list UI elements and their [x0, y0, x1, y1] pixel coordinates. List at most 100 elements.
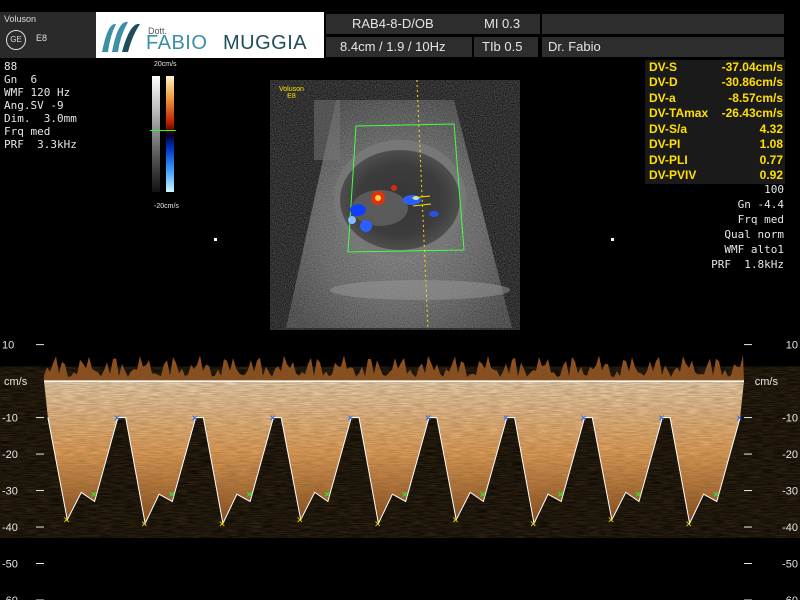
- measurement-value: 1.08: [759, 137, 783, 151]
- measurement-row: DV-PVIV 0.92: [649, 168, 783, 183]
- doppler-tick-label: -30: [782, 486, 798, 498]
- positive-noise: [44, 355, 744, 382]
- d-wave-marker: ×: [91, 489, 97, 501]
- doppler-tick-label: 10: [2, 340, 14, 352]
- s-peak-marker: ×: [452, 515, 458, 527]
- a-wave-marker: ×: [192, 413, 198, 425]
- measurement-label: DV-TAmax: [649, 106, 709, 120]
- voluson-brand-box: Voluson GE E8: [0, 12, 96, 58]
- measurement-label: DV-PI: [649, 137, 681, 151]
- measurement-label: DV-S: [649, 60, 678, 74]
- a-wave-marker: ×: [425, 413, 431, 425]
- measurement-value: -30.86cm/s: [721, 75, 783, 89]
- doppler-tick-label: -40: [2, 522, 18, 534]
- d-wave-marker: ×: [713, 489, 719, 501]
- color-scale-top: 20cm/s: [154, 61, 177, 68]
- param-line: WMF alto1: [724, 243, 784, 256]
- a-wave-marker: ×: [658, 413, 664, 425]
- logo-last-name: MUGGIA: [223, 32, 308, 54]
- color-scale-bottom: -20cm/s: [154, 203, 179, 210]
- measurement-label: DV-a: [649, 91, 676, 105]
- d-wave-marker: ×: [168, 489, 174, 501]
- measurement-label: DV-PVIV: [649, 168, 697, 182]
- measurement-row: DV-S/a 4.32: [649, 122, 783, 137]
- image-label-model: E8: [287, 93, 296, 100]
- color-velocity-bar: [166, 76, 174, 192]
- scan-settings-label: 8.4cm / 1.9 / 10Hz: [326, 37, 472, 57]
- color-parameters: 88 Gn 6 WMF 120 Hz Ang.SV -9 Dim. 3.0mm …: [4, 60, 77, 151]
- doppler-tick-label: -30: [2, 486, 18, 498]
- wave-logo-icon: [102, 21, 140, 52]
- ge-logo-icon: GE: [6, 30, 26, 50]
- d-wave-marker: ×: [246, 489, 252, 501]
- measurement-row: DV-S -37.04cm/s: [649, 60, 783, 75]
- s-peak-marker: ×: [297, 515, 303, 527]
- operator-label: Dr. Fabio: [542, 37, 784, 57]
- measurement-value: 0.77: [759, 153, 783, 167]
- measurement-row: DV-TAmax -26.43cm/s: [649, 106, 783, 121]
- depth-marker: [611, 238, 614, 241]
- measurement-value: 0.92: [759, 168, 783, 182]
- s-peak-marker: ×: [141, 518, 147, 530]
- measurement-panel: DV-S -37.04cm/s DV-D -30.86cm/s DV-a -8.57c…: [645, 60, 785, 184]
- doppler-unit-label: cm/s: [4, 376, 28, 388]
- s-peak-marker: ×: [374, 518, 380, 530]
- a-wave-marker: ×: [736, 413, 742, 425]
- doppler-tick-label: -10: [2, 413, 18, 425]
- param-line: Ang.SV -9: [4, 99, 64, 112]
- measurement-row: DV-a -8.57cm/s: [649, 91, 783, 106]
- measurement-value: -8.57cm/s: [728, 91, 783, 105]
- measurement-value: -37.04cm/s: [721, 60, 783, 74]
- param-line: Frq med: [737, 213, 784, 226]
- image-label: Voluson E8: [279, 86, 304, 100]
- image-label-brand: Voluson: [279, 86, 304, 93]
- measurement-value: -26.43cm/s: [721, 106, 783, 120]
- a-wave-marker: ×: [503, 413, 509, 425]
- clinic-logo: Dott. FABIO MUGGIA: [96, 12, 324, 58]
- a-wave-marker: ×: [269, 413, 275, 425]
- param-line: Gn -4.4: [737, 198, 784, 211]
- a-wave-marker: ×: [581, 413, 587, 425]
- tib-label: TIb 0.5: [474, 37, 538, 57]
- gray-scale-bar: [152, 76, 160, 192]
- measurement-row: DV-PLI 0.77: [649, 153, 783, 168]
- ultrasound-screen: { "header": { "brand": "Voluson", "ge_lo…: [0, 0, 800, 600]
- doppler-tick-label: -20: [2, 449, 18, 461]
- s-peak-marker: ×: [63, 515, 69, 527]
- probe-label: RAB4-8-D/OB: [326, 14, 498, 34]
- doppler-tick-label: -50: [782, 559, 798, 571]
- param-line: Dim. 3.0mm: [4, 112, 77, 125]
- logo-first-name: FABIO: [146, 32, 208, 54]
- depth-marker: [214, 238, 217, 241]
- header-empty-cell: [542, 14, 784, 34]
- model-label: E8: [36, 33, 48, 43]
- d-wave-marker: ×: [557, 489, 563, 501]
- measurement-row: DV-D -30.86cm/s: [649, 75, 783, 90]
- bmode-image: [286, 80, 512, 330]
- s-peak-marker: ×: [686, 518, 692, 530]
- param-line: 88: [4, 60, 18, 73]
- measurement-label: DV-S/a: [649, 122, 688, 136]
- d-wave-marker: ×: [324, 489, 330, 501]
- param-line: Qual norm: [724, 228, 784, 241]
- param-line: PRF 3.3kHz: [4, 138, 77, 151]
- param-line: PRF 1.8kHz: [711, 258, 784, 271]
- s-peak-marker: ×: [530, 518, 536, 530]
- doppler-tick-label: -60: [782, 595, 798, 600]
- doppler-tick-label: -60: [2, 595, 18, 600]
- param-line: 100: [764, 183, 784, 196]
- doppler-tick-label: -50: [2, 559, 18, 571]
- doppler-tick-label: 10: [786, 340, 798, 352]
- d-wave-marker: ×: [402, 489, 408, 501]
- param-line: WMF 120 Hz: [4, 86, 71, 99]
- measurement-label: DV-D: [649, 75, 678, 89]
- measurement-label: DV-PLI: [649, 153, 688, 167]
- param-line: Frq med: [4, 125, 51, 138]
- mi-label: MI 0.3: [474, 14, 540, 34]
- a-wave-marker: ×: [347, 413, 353, 425]
- pw-parameters: 100 Gn -4.4 Frq med Qual norm WMF alto1 …: [711, 182, 784, 272]
- a-wave-marker: ×: [114, 413, 120, 425]
- s-peak-marker: ×: [608, 515, 614, 527]
- doppler-spectrum: × × × × × × × × × × × × × × × × × × × × × × × × × × × 10 10 -10 -10 -20…: [2, 340, 798, 600]
- doppler-tick-label: -20: [782, 449, 798, 461]
